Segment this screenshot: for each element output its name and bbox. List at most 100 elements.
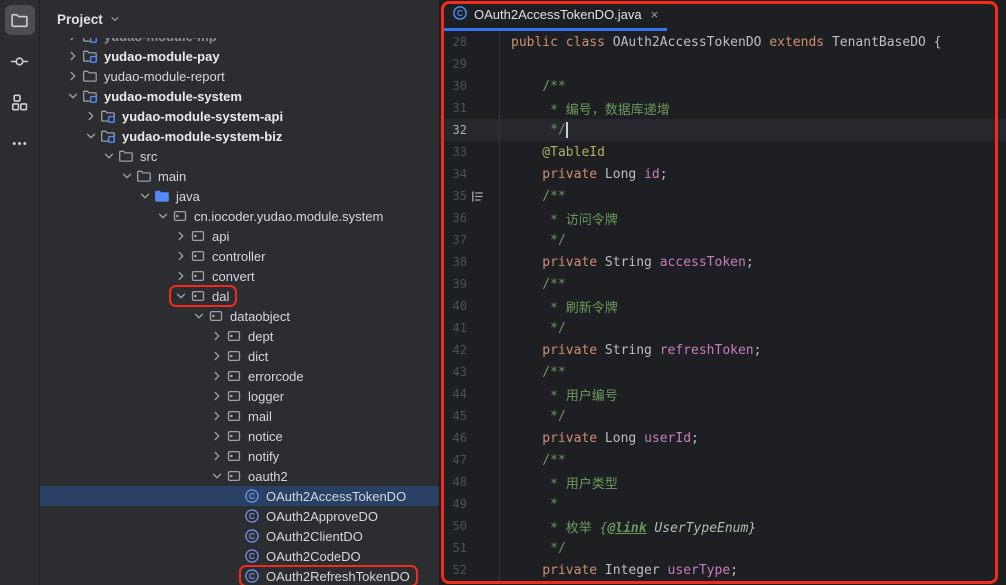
gutter[interactable]: 42 [440,339,500,361]
tree-item-logger[interactable]: logger [40,386,439,406]
gutter[interactable]: 46 [440,427,500,449]
gutter[interactable]: 47 [440,449,500,471]
code-line-50[interactable]: 50 * 枚举 {@link UserTypeEnum} [440,515,1006,537]
chevron-down-icon[interactable] [119,169,135,183]
code-line-31[interactable]: 31 * 编号，数据库递增 [440,97,1006,119]
code-line-38[interactable]: 38 private String accessToken; [440,251,1006,273]
code-line-40[interactable]: 40 * 刷新令牌 [440,295,1006,317]
gutter[interactable]: 44 [440,383,500,405]
code-area[interactable]: 28public class OAuth2AccessTokenDO exten… [440,31,1006,585]
gutter[interactable]: 45 [440,405,500,427]
tree-item-java[interactable]: java [40,186,439,206]
gutter[interactable]: 52 [440,559,500,581]
chevron-right-icon[interactable] [173,269,189,283]
tree-item-oauth2refreshtokendo[interactable]: COAuth2RefreshTokenDO [40,566,439,585]
gutter[interactable]: 51 [440,537,500,559]
gutter[interactable]: 32 [440,119,500,141]
code-line-52[interactable]: 52 private Integer userType; [440,559,1006,581]
tree-item-dict[interactable]: dict [40,346,439,366]
gutter[interactable]: 50 [440,515,500,537]
code-line-33[interactable]: 33 @TableId [440,141,1006,163]
tree-item-oauth2approvedo[interactable]: COAuth2ApproveDO [40,506,439,526]
tree-item-notice[interactable]: notice [40,426,439,446]
code-line-34[interactable]: 34 private Long id; [440,163,1006,185]
chevron-down-icon[interactable] [109,13,121,25]
tab-oauth2accesstokendo[interactable]: C OAuth2AccessTokenDO.java × [443,0,667,31]
tree-item-oauth2codedo[interactable]: COAuth2CodeDO [40,546,439,566]
tree-item-dataobject[interactable]: dataobject [40,306,439,326]
tree-item-yudao-module-report[interactable]: yudao-module-report [40,66,439,86]
code-line-36[interactable]: 36 * 访问令牌 [440,207,1006,229]
gutter[interactable]: 34 [440,163,500,185]
tree-item-dal[interactable]: dal [40,286,439,306]
chevron-right-icon[interactable] [65,49,81,63]
gutter[interactable]: 49 [440,493,500,515]
chevron-down-icon[interactable] [101,149,117,163]
code-line-37[interactable]: 37 */ [440,229,1006,251]
chevron-down-icon[interactable] [65,89,81,103]
gutter[interactable]: 38 [440,251,500,273]
code-line-41[interactable]: 41 */ [440,317,1006,339]
tree-item-src[interactable]: src [40,146,439,166]
chevron-down-icon[interactable] [209,469,225,483]
code-line-43[interactable]: 43 /** [440,361,1006,383]
stripe-button-structure[interactable] [5,87,35,117]
tree-item-main[interactable]: main [40,166,439,186]
stripe-button-more[interactable] [5,128,35,158]
gutter[interactable]: 43 [440,361,500,383]
chevron-right-icon[interactable] [65,69,81,83]
tree-item-cn-iocoder-yudao-module-system[interactable]: cn.iocoder.yudao.module.system [40,206,439,226]
tree-item-yudao-module-system-biz[interactable]: yudao-module-system-biz [40,126,439,146]
gutter[interactable]: 41 [440,317,500,339]
chevron-down-icon[interactable] [83,129,99,143]
gutter[interactable]: 39 [440,273,500,295]
tree-item-dept[interactable]: dept [40,326,439,346]
gutter[interactable]: 35 [440,185,500,207]
tree-item-yudao-module-pay[interactable]: yudao-module-pay [40,46,439,66]
chevron-down-icon[interactable] [191,309,207,323]
chevron-down-icon[interactable] [137,189,153,203]
stripe-button-commit[interactable] [5,46,35,76]
chevron-right-icon[interactable] [173,229,189,243]
chevron-right-icon[interactable] [209,449,225,463]
gutter[interactable]: 29 [440,53,500,75]
gutter[interactable]: 37 [440,229,500,251]
stripe-button-project[interactable] [5,5,35,35]
chevron-down-icon[interactable] [173,289,189,303]
tree-item-api[interactable]: api [40,226,439,246]
tree-item-yudao-module-mp[interactable]: yudao-module-mp [40,38,439,46]
code-line-49[interactable]: 49 * [440,493,1006,515]
code-line-46[interactable]: 46 private Long userId; [440,427,1006,449]
tree-item-errorcode[interactable]: errorcode [40,366,439,386]
tree-item-controller[interactable]: controller [40,246,439,266]
code-line-32[interactable]: 32 */ [440,119,1006,141]
code-line-35[interactable]: 35 /** [440,185,1006,207]
gutter[interactable]: 36 [440,207,500,229]
gutter-related-icon[interactable] [467,190,487,203]
gutter[interactable]: 28 [440,31,500,53]
code-line-39[interactable]: 39 /** [440,273,1006,295]
chevron-right-icon[interactable] [209,329,225,343]
editor-pane[interactable]: C OAuth2AccessTokenDO.java × 28public cl… [440,0,1006,585]
tree-item-notify[interactable]: notify [40,446,439,466]
gutter[interactable]: 48 [440,471,500,493]
chevron-right-icon[interactable] [209,389,225,403]
tree-item-oauth2clientdo[interactable]: COAuth2ClientDO [40,526,439,546]
code-line-30[interactable]: 30 /** [440,75,1006,97]
chevron-right-icon[interactable] [65,38,81,43]
gutter[interactable]: 40 [440,295,500,317]
tree-item-mail[interactable]: mail [40,406,439,426]
chevron-down-icon[interactable] [155,209,171,223]
code-line-45[interactable]: 45 */ [440,405,1006,427]
chevron-right-icon[interactable] [209,349,225,363]
tree-item-yudao-module-system[interactable]: yudao-module-system [40,86,439,106]
gutter[interactable]: 31 [440,97,500,119]
code-line-48[interactable]: 48 * 用户类型 [440,471,1006,493]
tree-item-oauth2accesstokendo[interactable]: COAuth2AccessTokenDO [40,486,439,506]
code-line-44[interactable]: 44 * 用户编号 [440,383,1006,405]
gutter[interactable]: 30 [440,75,500,97]
tree-item-yudao-module-system-api[interactable]: yudao-module-system-api [40,106,439,126]
tree-item-convert[interactable]: convert [40,266,439,286]
project-panel-header[interactable]: Project [40,0,439,38]
close-icon[interactable]: × [651,7,659,22]
